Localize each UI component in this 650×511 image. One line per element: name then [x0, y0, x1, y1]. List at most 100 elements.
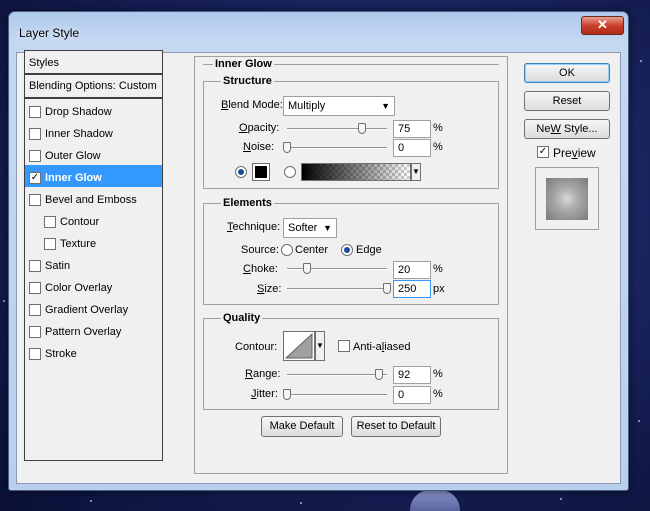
noise-label: Noise:	[243, 141, 275, 153]
choke-slider-thumb[interactable]	[303, 263, 311, 274]
range-slider-thumb[interactable]	[375, 369, 383, 380]
choke-unit: %	[433, 263, 443, 275]
glow-color-swatch[interactable]	[252, 163, 270, 181]
inner-glow-panel: Inner Glow Structure Blend Mode: Multipl…	[194, 56, 508, 474]
opacity-slider-thumb[interactable]	[358, 123, 366, 134]
style-checkbox[interactable]	[29, 128, 41, 140]
range-unit: %	[433, 368, 443, 380]
choke-input[interactable]: 20	[393, 261, 431, 279]
reset-to-default-button[interactable]: Reset to Default	[351, 416, 441, 437]
jitter-input[interactable]: 0	[393, 386, 431, 404]
quality-group	[203, 318, 499, 410]
style-checkbox[interactable]	[44, 216, 56, 228]
gradient-picker[interactable]	[301, 163, 411, 181]
ok-button[interactable]: OK	[524, 63, 610, 83]
style-item-inner-glow[interactable]: ✓ Inner Glow	[25, 165, 162, 187]
solid-color-radio[interactable]	[235, 166, 247, 178]
make-default-button[interactable]: Make Default	[261, 416, 343, 437]
technique-select[interactable]: Softer ▼	[283, 218, 337, 238]
size-slider-thumb[interactable]	[383, 283, 391, 294]
structure-title: Structure	[221, 75, 274, 87]
choke-slider[interactable]	[287, 268, 387, 270]
close-icon: ✕	[597, 17, 608, 32]
gradient-radio[interactable]	[284, 166, 296, 178]
chevron-down-icon: ▼	[323, 223, 332, 233]
style-checkbox[interactable]: ✓	[29, 172, 41, 184]
style-item-inner-shadow[interactable]: Inner Shadow	[25, 121, 162, 143]
anti-aliased-checkbox[interactable]	[338, 340, 350, 352]
contour-picker[interactable]	[283, 331, 315, 361]
style-checkbox[interactable]	[29, 150, 41, 162]
noise-slider-thumb[interactable]	[283, 142, 291, 153]
gradient-dropdown-arrow[interactable]: ▼	[411, 163, 421, 181]
title-bar[interactable]: Layer Style ✕	[9, 12, 628, 52]
chevron-down-icon: ▼	[412, 167, 420, 176]
style-item-label: Inner Shadow	[45, 128, 113, 140]
noise-slider[interactable]	[287, 147, 387, 149]
window-title: Layer Style	[19, 26, 80, 40]
style-checkbox[interactable]	[44, 238, 56, 250]
opacity-unit: %	[433, 122, 443, 134]
style-item-label: Drop Shadow	[45, 106, 112, 118]
blend-mode-label: Blend Mode:	[221, 99, 283, 111]
style-checkbox[interactable]	[29, 304, 41, 316]
range-slider[interactable]	[287, 374, 387, 376]
style-item-pattern-overlay[interactable]: Pattern Overlay	[25, 319, 162, 341]
style-item-label: Gradient Overlay	[45, 304, 129, 316]
style-checkbox[interactable]	[29, 348, 41, 360]
style-item-satin[interactable]: Satin	[25, 253, 162, 275]
style-preview-swatch	[546, 178, 588, 220]
style-checkbox[interactable]	[29, 194, 41, 206]
style-item-label: Stroke	[45, 348, 77, 360]
style-item-bevel-and-emboss[interactable]: Bevel and Emboss	[25, 187, 162, 209]
style-checkbox[interactable]	[29, 260, 41, 272]
opacity-label: Opacity:	[239, 122, 280, 134]
range-input[interactable]: 92	[393, 366, 431, 384]
size-label: Size:	[257, 283, 282, 295]
jitter-unit: %	[433, 388, 443, 400]
reset-button[interactable]: Reset	[524, 91, 610, 111]
anti-aliased-label: Anti-aliased	[353, 341, 411, 353]
background-figure	[410, 490, 460, 511]
style-checkbox[interactable]	[29, 106, 41, 118]
style-item-texture[interactable]: Texture	[25, 231, 162, 253]
style-item-gradient-overlay[interactable]: Gradient Overlay	[25, 297, 162, 319]
choke-label: Choke:	[243, 263, 278, 275]
style-item-stroke[interactable]: Stroke	[25, 341, 162, 363]
style-item-outer-glow[interactable]: Outer Glow	[25, 143, 162, 165]
blending-options-item[interactable]: Blending Options: Custom	[25, 75, 162, 99]
jitter-slider[interactable]	[287, 394, 387, 396]
style-item-label: Color Overlay	[45, 282, 113, 294]
source-center-radio[interactable]	[281, 244, 293, 256]
source-label: Source:	[241, 244, 279, 256]
style-item-label: Satin	[45, 260, 71, 272]
style-checkbox[interactable]	[29, 326, 41, 338]
style-item-color-overlay[interactable]: Color Overlay	[25, 275, 162, 297]
blend-mode-select[interactable]: Multiply ▼	[283, 96, 395, 116]
technique-label: Technique:	[227, 221, 281, 233]
new-style-button[interactable]: NeW Style...	[524, 119, 610, 139]
size-input[interactable]: 250	[393, 280, 431, 298]
checkmark-icon: ✓	[30, 172, 40, 183]
style-item-contour[interactable]: Contour	[25, 209, 162, 231]
contour-dropdown-arrow[interactable]: ▼	[315, 331, 325, 361]
style-checkbox[interactable]	[29, 282, 41, 294]
jitter-slider-thumb[interactable]	[283, 389, 291, 400]
noise-input[interactable]: 0	[393, 139, 431, 157]
opacity-slider[interactable]	[287, 128, 387, 130]
style-item-label: Texture	[60, 238, 97, 250]
styles-header[interactable]: Styles	[25, 51, 162, 75]
preview-label: Preview	[553, 146, 596, 160]
style-item-label: Bevel and Emboss	[45, 194, 137, 206]
opacity-input[interactable]: 75	[393, 120, 431, 138]
jitter-label: Jitter:	[251, 388, 278, 400]
preview-checkbox[interactable]: ✓	[537, 146, 549, 158]
source-center-label: Center	[295, 244, 329, 256]
elements-title: Elements	[221, 197, 274, 209]
source-edge-label: Edge	[356, 244, 382, 256]
size-slider[interactable]	[287, 288, 387, 290]
style-item-label: Inner Glow	[45, 172, 102, 184]
close-button[interactable]: ✕	[581, 16, 624, 35]
style-item-drop-shadow[interactable]: Drop Shadow	[25, 99, 162, 121]
source-edge-radio[interactable]	[341, 244, 353, 256]
